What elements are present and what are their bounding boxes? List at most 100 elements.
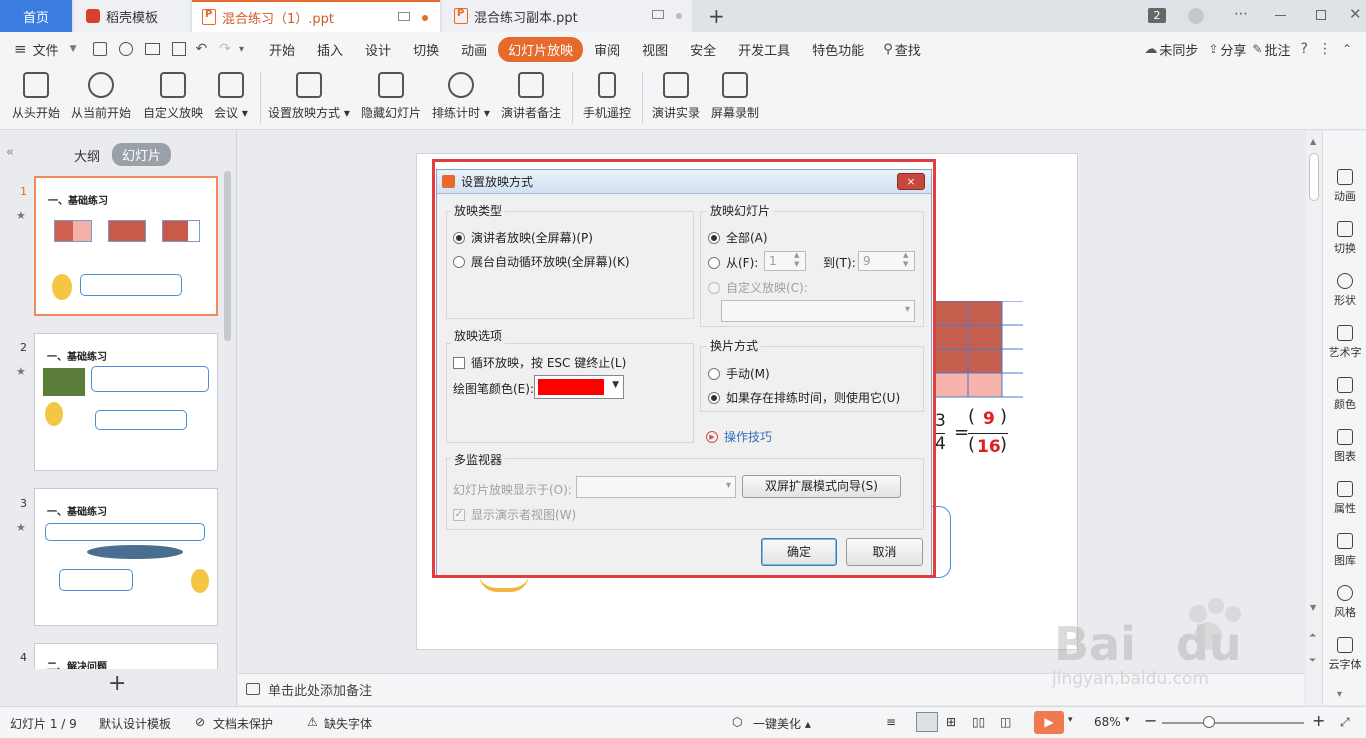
play-from-current-button[interactable]: 从当前开始 [71,70,131,121]
avatar[interactable] [1188,8,1204,24]
menu-design[interactable]: 设计 [354,40,402,59]
notes-toggle-icon[interactable]: ≡ [886,715,896,729]
tab-file-active[interactable]: 混合练习（1）.ppt [192,0,440,32]
monitor-icon[interactable] [652,10,664,19]
comment-button[interactable]: 批注 [1262,40,1300,59]
normal-view-icon[interactable] [916,712,938,732]
more-menu-icon[interactable]: ⋮ [1318,41,1332,57]
window-count-badge[interactable]: 2 [1148,8,1166,23]
monitor-icon[interactable] [398,12,410,21]
zoom-out-icon[interactable]: − [1144,711,1157,730]
play-from-start-button[interactable]: 从头开始 [12,70,60,121]
undo-icon[interactable]: ↶ [196,41,208,57]
sync-status[interactable]: 未同步 [1157,40,1202,59]
design-template[interactable]: 默认设计模板 [99,715,171,732]
preview-icon[interactable] [171,42,186,56]
play-options-icon[interactable]: ▾ [1068,715,1073,725]
sidebar-color[interactable]: 颜色 [1323,377,1366,412]
tab-file-copy[interactable]: 混合练习副本.ppt [442,0,692,32]
new-tab-button[interactable]: + [708,4,725,28]
phone-remote-button[interactable]: 手机遥控 [583,70,631,121]
customize-icon[interactable]: ▾ [239,44,244,55]
menu-start[interactable]: 开始 [258,40,306,59]
scroll-thumb[interactable] [1309,153,1319,201]
hide-slide-button[interactable]: 隐藏幻灯片 [361,70,421,121]
share-icon[interactable]: ⇪ [1208,42,1218,56]
custom-show-button[interactable]: 自定义放映 [143,70,203,121]
prev-slide-icon[interactable]: ⏶ [1309,631,1316,641]
sidebar-properties[interactable]: 属性 [1323,481,1366,516]
fit-window-icon[interactable]: ⤢ [1340,715,1350,730]
hamburger-icon[interactable]: ≡ [14,40,27,58]
screen-record-button[interactable]: 屏幕录制 [711,70,759,121]
protect-status[interactable]: 文档未保护 [213,715,273,732]
rehearse-timing-button[interactable]: 排练计时 ▾ [432,70,490,121]
result-paren-open: ( [968,406,976,427]
export-icon[interactable] [118,42,133,56]
collapse-panel-icon[interactable]: « [6,145,14,160]
reading-view-icon[interactable]: ▯▯ [972,715,985,729]
sidebar-animation[interactable]: 动画 [1323,169,1366,204]
scroll-up-icon[interactable]: ▲ [1310,137,1316,146]
slide-thumbnail-1[interactable]: 一、基础练习 [34,176,218,316]
menu-file[interactable]: 文件 [27,40,70,59]
collapse-ribbon-icon[interactable]: ⌃ [1342,42,1352,56]
sidebar-gallery[interactable]: 图库 [1323,533,1366,568]
redo-icon[interactable]: ↷ [219,41,231,57]
sidebar-transition[interactable]: 切换 [1323,221,1366,256]
setup-show-button[interactable]: 设置放映方式 ▾ [268,70,350,121]
help-icon[interactable]: ? [1301,41,1308,57]
record-speech-button[interactable]: 演讲实录 [652,70,700,121]
sidebar-cloud-font[interactable]: 云字体 [1323,637,1366,672]
menu-insert[interactable]: 插入 [306,40,354,59]
zoom-in-icon[interactable]: + [1312,711,1325,730]
more-icon[interactable]: ⋯ [1234,6,1248,22]
slide-thumbnail-3[interactable]: 一、基础练习 [34,488,218,626]
sidebar-collapse-icon[interactable]: ▾ [1337,689,1342,700]
menu-slideshow[interactable]: 幻灯片放映 [498,36,584,62]
menu-animation[interactable]: 动画 [450,40,498,59]
sidebar-chart[interactable]: 图表 [1323,429,1366,464]
comment-icon[interactable]: ✎ [1252,42,1262,56]
share-button[interactable]: 分享 [1218,40,1252,59]
search-icon[interactable]: ⚲ [883,42,893,57]
menu-review[interactable]: 审阅 [583,40,631,59]
tab-home[interactable]: 首页 [0,0,72,32]
meeting-button[interactable]: 会议 ▾ [214,70,248,121]
minimize-icon[interactable] [1275,15,1286,16]
restore-icon[interactable] [1316,10,1326,20]
color-grid-icon [1337,377,1353,393]
tab-template[interactable]: 稻壳模板 [74,0,190,32]
sorter-view-icon[interactable]: ⊞ [946,715,956,729]
close-window-icon[interactable]: ✕ [1349,5,1362,23]
slide-thumbnail-2[interactable]: 一、基础练习 [34,333,218,471]
menu-features[interactable]: 特色功能 [801,40,875,59]
tab-outline[interactable]: 大纲 [74,146,100,165]
sidebar-shape[interactable]: 形状 [1323,273,1366,308]
slide-thumbnail-4[interactable]: 二、解决问题 [34,643,218,669]
menu-search[interactable]: 查找 [893,40,932,59]
missing-font[interactable]: 缺失字体 [324,715,372,732]
save-icon[interactable] [92,42,107,56]
sidebar-style[interactable]: 风格 [1323,585,1366,620]
play-slideshow-button[interactable]: ▶ [1034,711,1064,734]
sidebar-wordart[interactable]: 艺术字 [1323,325,1366,360]
menu-devtools[interactable]: 开发工具 [727,40,801,59]
add-slide-button[interactable]: + [108,671,126,696]
fullscreen-view-icon[interactable]: ◫ [1000,715,1011,729]
zoom-slider[interactable] [1162,722,1304,724]
menu-transition[interactable]: 切换 [402,40,450,59]
print-icon[interactable] [144,43,160,55]
zoom-slider-handle[interactable] [1203,716,1215,728]
next-slide-icon[interactable]: ⏷ [1309,656,1316,666]
scroll-down-icon[interactable]: ▼ [1310,603,1316,612]
zoom-chevron-icon[interactable]: ▾ [1125,715,1130,725]
speaker-notes-button[interactable]: 演讲者备注 [501,70,561,121]
menu-security[interactable]: 安全 [679,40,727,59]
zoom-level[interactable]: 68% [1094,715,1121,729]
panel-scrollbar[interactable] [224,171,231,341]
canvas-scrollbar[interactable]: ▲ ▼ ⏶ ⏷ [1306,131,1322,705]
beautify-button[interactable]: 一键美化 ▴ [753,715,811,732]
menu-view[interactable]: 视图 [631,40,679,59]
tab-slides[interactable]: 幻灯片 [112,143,172,166]
